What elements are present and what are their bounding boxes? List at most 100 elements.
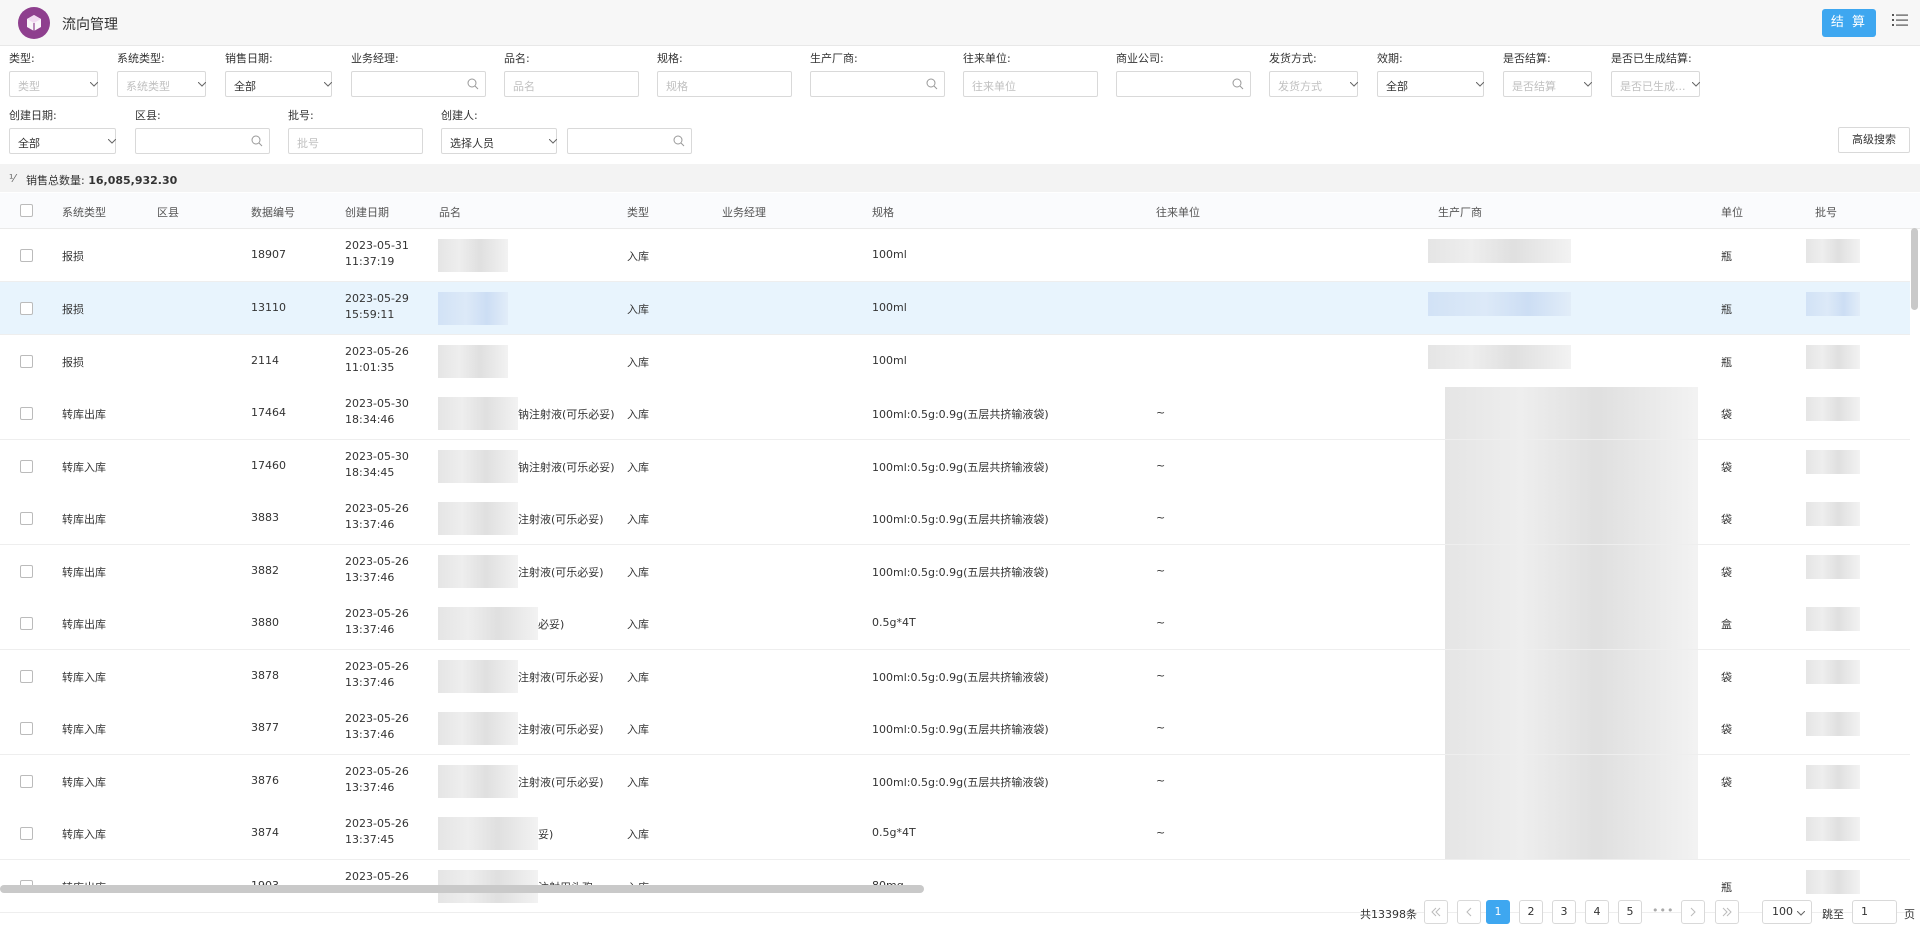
batch-no-input[interactable]: 批号 — [288, 128, 423, 154]
jump-page-input[interactable]: 1 — [1852, 900, 1897, 924]
search-icon[interactable] — [673, 135, 685, 150]
column-header[interactable]: 往来单位 — [1156, 204, 1200, 220]
spec-cell: 100ml:0.5g:0.9g(五层共挤输液袋) — [872, 513, 1049, 526]
redacted-manufacturer — [1445, 545, 1698, 597]
id-cell: 17464 — [251, 406, 286, 419]
last-page-icon[interactable] — [1715, 900, 1739, 924]
column-header[interactable]: 业务经理 — [722, 204, 766, 220]
column-header[interactable]: 批号 — [1815, 204, 1837, 220]
table-row[interactable]: 转库入库 3874 2023-05-26 13:37:45 妥) 入库 0.5g*4T ~ — [0, 807, 1910, 860]
row-checkbox[interactable] — [20, 512, 33, 525]
row-checkbox[interactable] — [20, 775, 33, 788]
created-date-cell: 2023-05-31 11:37:19 — [345, 239, 409, 268]
type-select[interactable]: 类型 — [9, 71, 98, 97]
is-settle-generated-select[interactable]: 是否已生成... — [1611, 71, 1700, 97]
product-name-cell: 必妥) — [538, 618, 565, 631]
page-title: 流向管理 — [62, 17, 118, 33]
column-header[interactable]: 系统类型 — [62, 204, 106, 220]
redacted-name — [438, 345, 508, 378]
search-icon[interactable] — [926, 78, 938, 93]
table-row[interactable]: 转库出库 3883 2023-05-26 13:37:46 注射液(可乐必妥) 入库 100… — [0, 492, 1910, 545]
advanced-search-button[interactable]: 高级搜索 — [1838, 127, 1910, 153]
is-settled-select[interactable]: 是否结算 — [1503, 71, 1592, 97]
unit-cell: 袋 — [1721, 723, 1732, 736]
table-row[interactable]: 转库入库 17460 2023-05-30 18:34:45 钠注射液(可乐必妥) 入库 1… — [0, 440, 1910, 493]
sales-date-select[interactable]: 全部 — [225, 71, 332, 97]
creator-select[interactable]: 选择人员 — [441, 128, 557, 154]
product-name-cell: 注射液(可乐必妥) — [518, 671, 604, 684]
search-icon[interactable] — [1232, 78, 1244, 93]
page-4-button[interactable]: 4 — [1585, 900, 1609, 924]
row-checkbox[interactable] — [20, 302, 33, 315]
table-row[interactable]: 转库出库 17464 2023-05-30 18:34:46 钠注射液(可乐必妥) 入库 1… — [0, 387, 1910, 440]
next-page-icon[interactable] — [1681, 900, 1705, 924]
redacted-name — [438, 660, 518, 693]
page-size-select[interactable]: 100 — [1762, 900, 1812, 924]
first-page-icon[interactable] — [1424, 900, 1448, 924]
table-row[interactable]: 转库入库 3877 2023-05-26 13:37:46 注射液(可乐必妥) 入库 100… — [0, 702, 1910, 755]
select-all-checkbox[interactable] — [20, 204, 33, 217]
table-row[interactable]: 报损 18907 2023-05-31 11:37:19 入库 100ml 瓶 — [0, 229, 1910, 282]
horizontal-scrollbar[interactable] — [0, 885, 924, 893]
table-row[interactable]: 转库出库 3880 2023-05-26 13:37:46 必妥) 入库 0.5g*4T ~ 盒 — [0, 597, 1910, 650]
row-checkbox[interactable] — [20, 249, 33, 262]
pagination-ellipsis[interactable]: ••• — [1652, 904, 1674, 917]
product-name-cell: 注射液(可乐必妥) — [518, 776, 604, 789]
unit-cell: 袋 — [1721, 408, 1732, 421]
kind-cell: 入库 — [627, 250, 649, 263]
prev-page-icon[interactable] — [1457, 900, 1481, 924]
redacted-name — [438, 817, 538, 850]
created-date-select[interactable]: 全部 — [9, 128, 116, 154]
row-checkbox[interactable] — [20, 827, 33, 840]
redacted-batch — [1806, 660, 1860, 684]
column-header[interactable]: 规格 — [872, 204, 894, 220]
table-row[interactable]: 转库出库 3882 2023-05-26 13:37:46 注射液(可乐必妥) 入库 100… — [0, 545, 1910, 598]
row-checkbox[interactable] — [20, 617, 33, 630]
settle-button[interactable]: 结 算 — [1822, 9, 1876, 37]
id-cell: 3880 — [251, 616, 279, 629]
delivery-method-select[interactable]: 发货方式 — [1269, 71, 1358, 97]
spec-cell: 100ml — [872, 354, 907, 367]
page-5-button[interactable]: 5 — [1618, 900, 1642, 924]
row-checkbox[interactable] — [20, 407, 33, 420]
column-header[interactable]: 类型 — [627, 204, 649, 220]
spec-input[interactable]: 规格 — [657, 71, 792, 97]
row-checkbox[interactable] — [20, 355, 33, 368]
system-type-cell: 报损 — [62, 250, 84, 263]
row-checkbox[interactable] — [20, 565, 33, 578]
redacted-manufacturer — [1428, 292, 1571, 316]
table-row[interactable]: 报损 13110 2023-05-29 15:59:11 入库 100ml 瓶 — [0, 282, 1910, 335]
column-header[interactable]: 创建日期 — [345, 204, 389, 220]
summary-bar: ⅟ 销售总数量: 16,085,932.30 — [0, 164, 1920, 192]
product-name-input[interactable]: 品名 — [504, 71, 639, 97]
search-icon[interactable] — [251, 135, 263, 150]
app-logo-icon — [18, 7, 50, 39]
column-header[interactable]: 数据编号 — [251, 204, 295, 220]
column-header[interactable]: 品名 — [439, 204, 461, 220]
search-icon[interactable] — [467, 78, 479, 93]
system-type-cell: 报损 — [62, 303, 84, 316]
system-type-select[interactable]: 系统类型 — [117, 71, 206, 97]
list-menu-icon[interactable] — [1892, 12, 1908, 30]
created-date-cell: 2023-05-26 13:37:46 — [345, 502, 409, 531]
district-input[interactable] — [135, 128, 270, 154]
column-header[interactable]: 单位 — [1721, 204, 1743, 220]
row-checkbox[interactable] — [20, 670, 33, 683]
page-2-button[interactable]: 2 — [1519, 900, 1543, 924]
row-checkbox[interactable] — [20, 460, 33, 473]
validity-select[interactable]: 全部 — [1377, 71, 1484, 97]
creator-search-input[interactable] — [567, 128, 692, 154]
page-3-button[interactable]: 3 — [1552, 900, 1576, 924]
manufacturer-input[interactable] — [810, 71, 945, 97]
page-1-button[interactable]: 1 — [1486, 900, 1510, 924]
column-header[interactable]: 生产厂商 — [1438, 204, 1482, 220]
vertical-scrollbar[interactable] — [1911, 228, 1918, 310]
partner-unit-input[interactable]: 往来单位 — [963, 71, 1098, 97]
table-row[interactable]: 报损 2114 2023-05-26 11:01:35 入库 100ml 瓶 — [0, 335, 1910, 388]
row-checkbox[interactable] — [20, 722, 33, 735]
table-row[interactable]: 转库入库 3876 2023-05-26 13:37:46 注射液(可乐必妥) 入库 100… — [0, 755, 1910, 808]
commercial-company-input[interactable] — [1116, 71, 1251, 97]
column-header[interactable]: 区县 — [157, 204, 179, 220]
business-manager-input[interactable] — [351, 71, 486, 97]
table-row[interactable]: 转库入库 3878 2023-05-26 13:37:46 注射液(可乐必妥) 入库 100… — [0, 650, 1910, 703]
